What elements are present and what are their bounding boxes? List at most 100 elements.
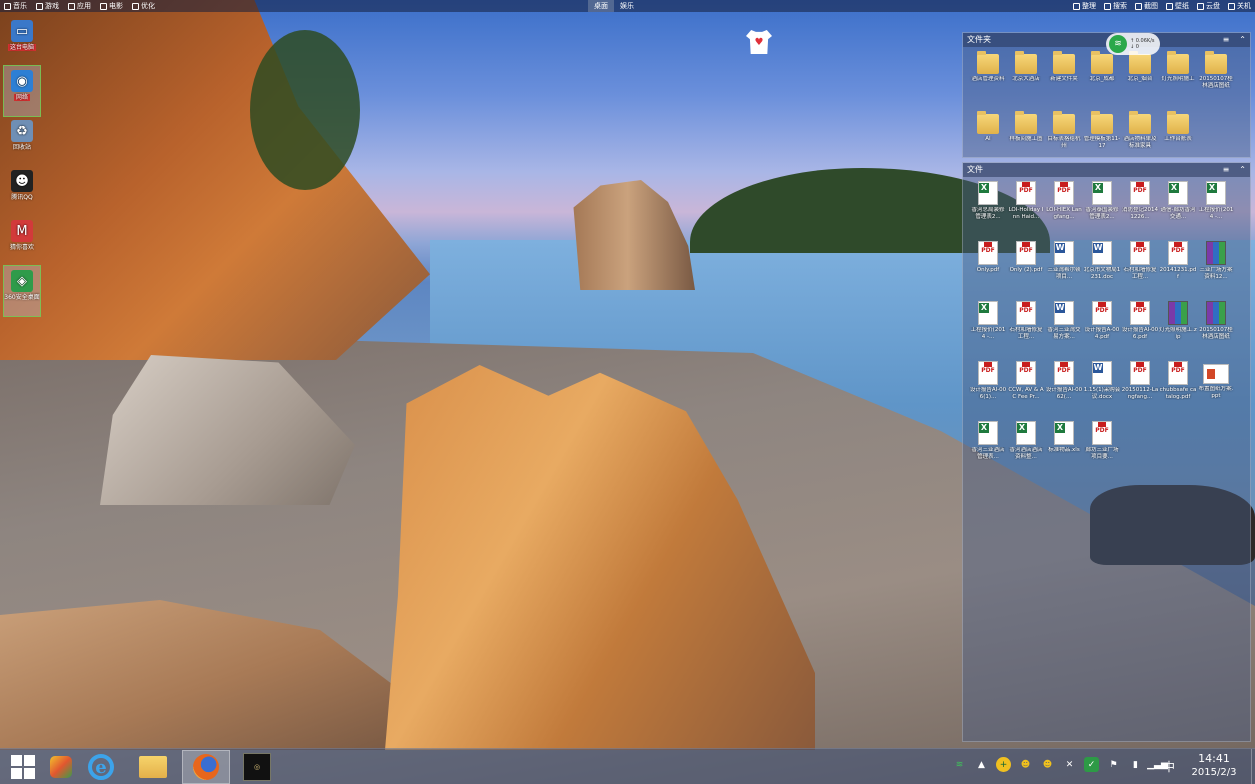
file-item[interactable]: 20141231.pdf bbox=[1159, 241, 1197, 301]
file-item[interactable]: LOI-Holiday Inn Haid... bbox=[1007, 181, 1045, 241]
folder-icon bbox=[139, 756, 167, 778]
file-item[interactable]: 消防登记20141226... bbox=[1121, 181, 1159, 241]
topbar-wallpaper-item[interactable]: 壁纸 bbox=[1166, 0, 1189, 12]
collapse-icon[interactable]: ⌃ bbox=[1239, 163, 1246, 177]
file-label: 工程报价(2014 -... bbox=[970, 327, 1006, 340]
topbar-music-item[interactable]: 音乐 bbox=[4, 0, 27, 12]
file-item[interactable]: 三亚广场方案资料12... bbox=[1197, 241, 1235, 301]
doc-file-icon bbox=[1054, 241, 1074, 265]
top-bar: 音乐 游戏 应用 电影 优化 桌面 娱乐 整理 搜索 截图 壁纸 云盘 关机 bbox=[0, 0, 1255, 12]
folder-label: 工作台账表 bbox=[1164, 136, 1192, 142]
fence-header[interactable]: 文件 ≡ ⌃ bbox=[963, 163, 1250, 177]
taskbar-game[interactable]: ◎ bbox=[238, 750, 276, 784]
show-desktop-button[interactable] bbox=[1251, 749, 1255, 784]
file-item[interactable]: LOI-HIEX Langfang... bbox=[1045, 181, 1083, 241]
file-item[interactable]: 设计报告AI-0062(... bbox=[1045, 361, 1083, 421]
clock[interactable]: 14:41 2015/2/3 bbox=[1179, 752, 1249, 780]
flag-tray-icon[interactable]: ⚑ bbox=[1106, 757, 1121, 772]
topbar-tab[interactable]: 娱乐 bbox=[614, 0, 640, 12]
desktop-icon-label: 猜你喜欢 bbox=[9, 244, 34, 251]
desktop-icon[interactable]: ☻ 腾讯QQ bbox=[4, 166, 40, 216]
file-item[interactable]: 香河泰国装修管理表2... bbox=[1083, 181, 1121, 241]
taskbar-ie[interactable]: e bbox=[82, 750, 120, 784]
wifi-tray-icon[interactable]: ≋ bbox=[952, 757, 967, 772]
file-item[interactable]: 设计报告AI-006(1)... bbox=[969, 361, 1007, 421]
battery-icon[interactable]: ▮ bbox=[1128, 757, 1143, 772]
file-item[interactable]: 石村和墙修复工程... bbox=[1121, 241, 1159, 301]
fence-folders: 文件夹 ≡ ⌃ 酒店管理资料 北京大酒店 新建文件夹 北京_成都 北京_烟台 灯光照明施工 2… bbox=[962, 32, 1251, 158]
taskbar-firefox[interactable] bbox=[182, 750, 230, 784]
plus-tray-icon[interactable]: + bbox=[996, 757, 1011, 772]
file-item[interactable]: CCW, AV & AC Fee Pr... bbox=[1007, 361, 1045, 421]
folder-label: 北京大酒店 bbox=[1012, 76, 1040, 82]
file-item[interactable]: 标准物品.xls bbox=[1045, 421, 1083, 481]
file-item[interactable]: 设计报告A-004.pdf bbox=[1083, 301, 1121, 361]
file-item[interactable]: 布置图纸方案.ppt bbox=[1197, 361, 1235, 421]
qq-tray-icon[interactable]: ☻ bbox=[1040, 757, 1055, 772]
chevron-up-icon[interactable]: ▲ bbox=[974, 757, 989, 772]
file-item[interactable]: 灯光照明施工.zip bbox=[1159, 301, 1197, 361]
menu-icon[interactable]: ≡ bbox=[1223, 163, 1230, 177]
file-item[interactable]: chubbsafe catalog.pdf bbox=[1159, 361, 1197, 421]
file-item[interactable]: 石村和墙修复工程... bbox=[1007, 301, 1045, 361]
ime-indicator[interactable]: 中 bbox=[1163, 758, 1175, 775]
file-item[interactable]: 三亚湾希尔顿项目... bbox=[1045, 241, 1083, 301]
network-speed-widget[interactable]: ≋ ↑ 0.06K/s ↓ 0 bbox=[1106, 33, 1160, 55]
topbar-tune-item[interactable]: 优化 bbox=[132, 0, 155, 12]
topbar-search-item[interactable]: 搜索 bbox=[1104, 0, 1127, 12]
qq-tray-icon[interactable]: ☻ bbox=[1018, 757, 1033, 772]
file-item[interactable]: 香河三亚湾交易方案... bbox=[1045, 301, 1083, 361]
desktop-icon[interactable]: M 猜你喜欢 bbox=[4, 216, 40, 266]
topbar-screenshot-item[interactable]: 截图 bbox=[1135, 0, 1158, 12]
folder-item[interactable]: 20150107桂林酒店图纸 bbox=[1197, 51, 1235, 111]
pdf-file-icon bbox=[1016, 241, 1036, 265]
menu-icon[interactable]: ≡ bbox=[1223, 33, 1230, 47]
file-item[interactable]: 廊坊三亚广场项目要... bbox=[1083, 421, 1121, 481]
topbar-apps-item[interactable]: 应用 bbox=[68, 0, 91, 12]
topbar-label: 电影 bbox=[109, 2, 123, 10]
folder-item[interactable]: 灯光照明施工 bbox=[1159, 51, 1197, 111]
file-item[interactable]: 1.15(1)采购会议.docx bbox=[1083, 361, 1121, 421]
topbar-tab[interactable]: 桌面 bbox=[588, 0, 614, 12]
topbar-film-item[interactable]: 电影 bbox=[100, 0, 123, 12]
folder-item[interactable]: 北京_烟台 bbox=[1121, 51, 1159, 111]
start-button[interactable] bbox=[4, 750, 42, 784]
taskbar-360[interactable] bbox=[42, 750, 80, 784]
file-item[interactable]: 20150112-Langfang... bbox=[1121, 361, 1159, 421]
file-item[interactable]: 工程报价(2014 -... bbox=[1197, 181, 1235, 241]
file-item[interactable]: 香河酒店酒店资料整... bbox=[1007, 421, 1045, 481]
file-label: 20150112-Langfang... bbox=[1121, 387, 1159, 400]
file-item[interactable]: 设计报告AI-006.pdf bbox=[1121, 301, 1159, 361]
taskbar-explorer[interactable] bbox=[134, 750, 172, 784]
collapse-icon[interactable]: ⌃ bbox=[1239, 33, 1246, 47]
topbar-organize-item[interactable]: 整理 bbox=[1073, 0, 1096, 12]
folder-icon bbox=[1167, 51, 1189, 74]
desktop-icon[interactable]: ▭ 这台电脑 bbox=[4, 16, 40, 66]
fence-body: 香河总局装修管理表2...LOI-Holiday Inn Haid...LOI-… bbox=[963, 177, 1250, 481]
file-item[interactable]: Only.pdf bbox=[969, 241, 1007, 301]
clock-date: 2015/2/3 bbox=[1191, 767, 1237, 778]
file-item[interactable]: 通信-廊坊香河交通... bbox=[1159, 181, 1197, 241]
mute-icon[interactable]: ✕ bbox=[1062, 757, 1077, 772]
file-item[interactable]: 香河三亚酒店管理表... bbox=[969, 421, 1007, 481]
desktop-icon[interactable]: ◈ 360安全桌面 bbox=[3, 265, 41, 317]
topbar-gamepad-item[interactable]: 游戏 bbox=[36, 0, 59, 12]
folder-item[interactable]: 北京_成都 bbox=[1083, 51, 1121, 111]
file-item[interactable]: 北京市文物局1231.doc bbox=[1083, 241, 1121, 301]
file-item[interactable]: 香河总局装修管理表2... bbox=[969, 181, 1007, 241]
top-bar-right: 整理 搜索 截图 壁纸 云盘 关机 bbox=[1073, 0, 1251, 12]
folder-item[interactable]: 酒店管理资料 bbox=[969, 51, 1007, 111]
pdf-file-icon bbox=[1168, 241, 1188, 265]
folder-icon bbox=[1015, 51, 1037, 74]
desktop-icon[interactable]: ◉ 网络 bbox=[3, 65, 41, 117]
shield-tray-icon[interactable]: ✓ bbox=[1084, 757, 1099, 772]
file-item[interactable]: 工程报价(2014 -... bbox=[969, 301, 1007, 361]
file-item[interactable]: Only (2).pdf bbox=[1007, 241, 1045, 301]
folder-item[interactable]: 新建文件夹 bbox=[1045, 51, 1083, 111]
topbar-cloud-item[interactable]: 云盘 bbox=[1197, 0, 1220, 12]
folder-item[interactable]: 北京大酒店 bbox=[1007, 51, 1045, 111]
desktop-icon[interactable]: ♻ 回收站 bbox=[4, 116, 40, 166]
xls-file-icon bbox=[978, 301, 998, 325]
file-item[interactable]: 20150107桂林酒店图纸 bbox=[1197, 301, 1235, 361]
topbar-power-item[interactable]: 关机 bbox=[1228, 0, 1251, 12]
